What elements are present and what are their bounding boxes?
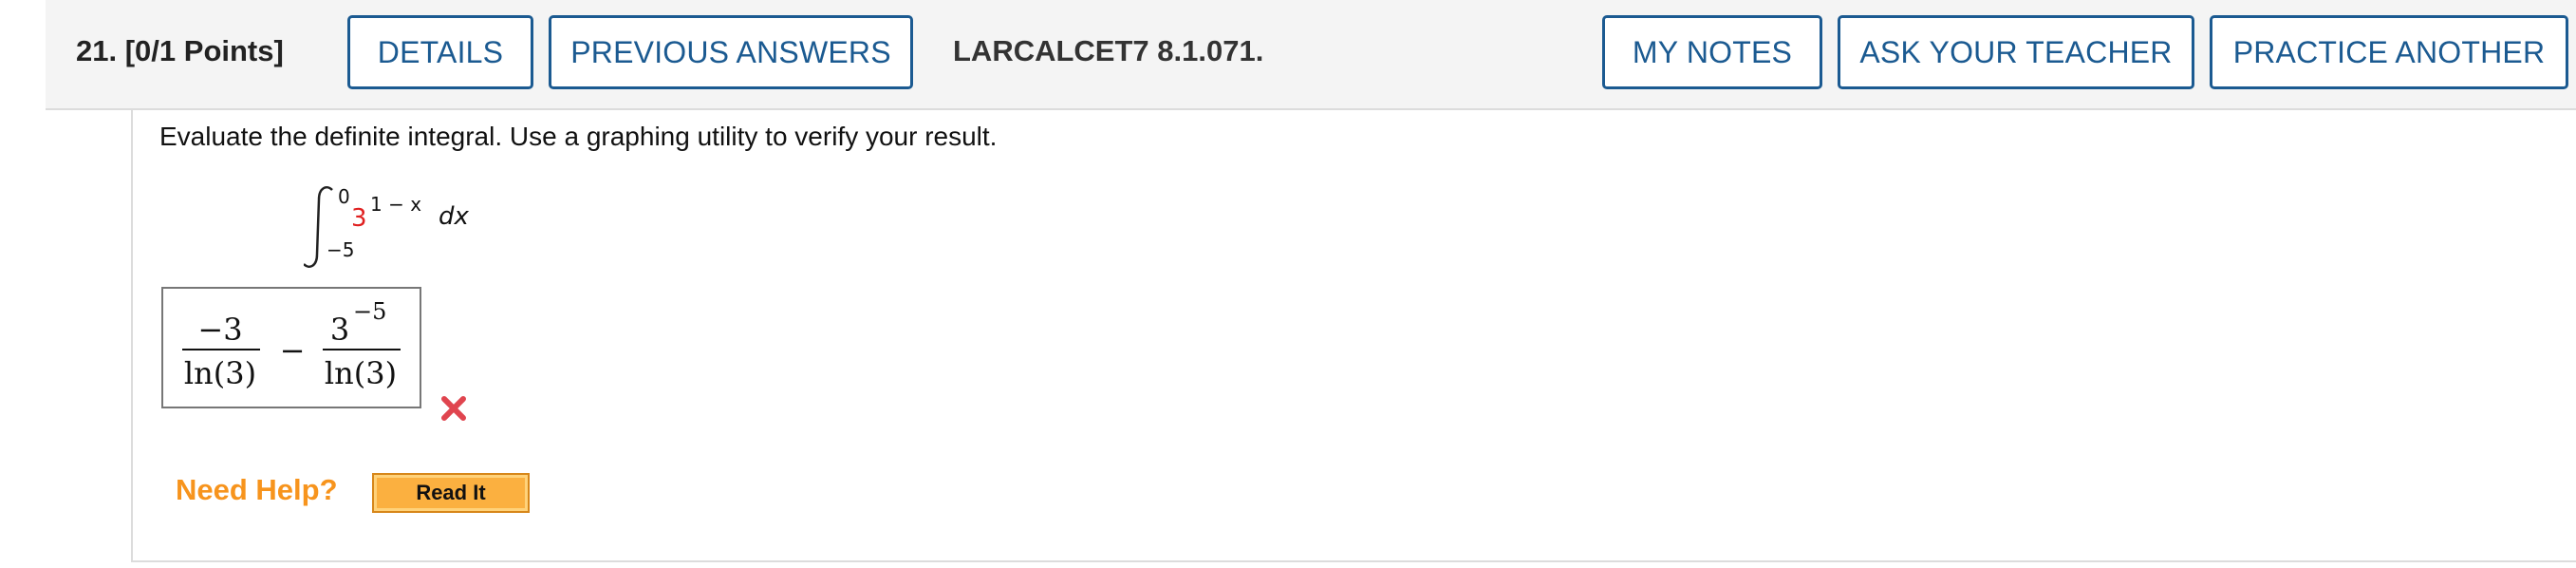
term1-denominator: ln(3): [184, 355, 256, 391]
read-it-button[interactable]: Read It: [372, 473, 530, 513]
ask-your-teacher-button[interactable]: ASK YOUR TEACHER: [1838, 15, 2194, 89]
points-label: [0/1 Points]: [124, 34, 284, 67]
differential: dx: [439, 202, 470, 231]
question-number: 21.: [76, 34, 118, 67]
term1-numerator: −3: [197, 312, 242, 348]
term2-exponent: −5: [353, 298, 386, 325]
definite-integral: 0 −5 3 1 − x dx: [304, 185, 470, 268]
previous-answers-button[interactable]: PREVIOUS ANSWERS: [549, 15, 913, 89]
question-prompt: Evaluate the definite integral. Use a gr…: [159, 122, 998, 151]
details-button[interactable]: DETAILS: [347, 15, 533, 89]
answer-box[interactable]: −3 ln(3) − 3 −5 ln(3): [161, 287, 421, 408]
question-id: LARCALCET7 8.1.071.: [953, 34, 1264, 67]
integrand-base: 3: [351, 204, 367, 233]
practice-another-button[interactable]: PRACTICE ANOTHER: [2210, 15, 2568, 89]
question-number-points: 21. [0/1 Points]: [76, 34, 284, 68]
lower-limit: −5: [327, 238, 354, 261]
upper-limit: 0: [338, 185, 350, 208]
integrand-exponent: 1 − x: [370, 193, 421, 216]
incorrect-x-icon: [441, 396, 466, 421]
my-notes-button[interactable]: MY NOTES: [1602, 15, 1822, 89]
term2-base: 3: [330, 312, 349, 348]
term2-denominator: ln(3): [325, 355, 397, 391]
operator: −: [280, 332, 306, 369]
need-help-label: Need Help?: [176, 473, 338, 506]
